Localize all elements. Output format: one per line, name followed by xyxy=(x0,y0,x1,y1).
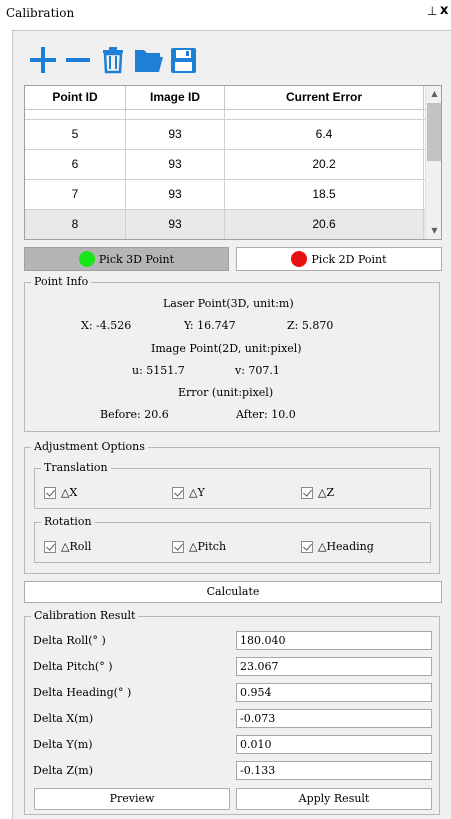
pin-icon[interactable]: ⊥ xyxy=(427,4,437,18)
checkbox-label: △Y xyxy=(189,486,205,499)
cell-point-id: 5 xyxy=(25,120,126,149)
cell-current-error: 20.6 xyxy=(225,210,424,239)
error-before-value: Before: 20.6 xyxy=(100,408,169,421)
laser-point-header: Laser Point(3D, unit:m) xyxy=(163,297,294,310)
table-body: 5 93 6.4 6 93 20.2 7 93 18.5 8 93 20.6 xyxy=(25,110,425,239)
pick-2d-point-button[interactable]: Pick 2D Point xyxy=(236,247,442,271)
error-header: Error (unit:pixel) xyxy=(178,386,274,399)
red-dot-icon xyxy=(291,251,308,267)
image-point-header: Image Point(2D, unit:pixel) xyxy=(151,342,302,355)
scrollbar-thumb[interactable] xyxy=(427,103,441,161)
point-info-title: Point Info xyxy=(31,276,92,288)
checkbox-delta-z[interactable]: △Z xyxy=(301,486,334,499)
checkbox-checked-icon[interactable] xyxy=(172,486,184,499)
calibration-result-title: Calibration Result xyxy=(31,610,139,622)
table-row[interactable]: 7 93 18.5 xyxy=(25,180,425,210)
cell-current-error: 20.2 xyxy=(225,150,424,179)
apply-result-button[interactable]: Apply Result xyxy=(236,788,432,810)
folder-open-icon[interactable] xyxy=(134,44,164,76)
checkbox-checked-icon[interactable] xyxy=(172,540,184,553)
checkbox-label: △X xyxy=(61,486,78,499)
cell-current-error: 18.5 xyxy=(225,180,424,209)
title-bar: Calibration ⊥ x xyxy=(0,0,451,26)
laser-y-value: Y: 16.747 xyxy=(184,319,236,332)
checkbox-label: △Roll xyxy=(61,540,92,553)
error-after-value: After: 10.0 xyxy=(236,408,296,421)
delta-pitch-field[interactable]: 23.067 xyxy=(236,657,432,676)
checkbox-delta-heading[interactable]: △Heading xyxy=(301,540,374,553)
trash-icon[interactable] xyxy=(100,44,130,76)
laser-x-value: X: -4.526 xyxy=(81,319,132,332)
delta-z-field[interactable]: -0.133 xyxy=(236,761,432,780)
delta-z-label: Delta Z(m) xyxy=(33,764,93,777)
delta-heading-field[interactable]: 0.954 xyxy=(236,683,432,702)
plus-icon[interactable] xyxy=(28,44,58,76)
delta-y-label: Delta Y(m) xyxy=(33,738,93,751)
cell-current-error: 6.4 xyxy=(225,120,424,149)
adjustment-options-title: Adjustment Options xyxy=(31,441,148,453)
checkbox-delta-x[interactable]: △X xyxy=(44,486,77,499)
checkbox-label: △Z xyxy=(318,486,335,499)
delta-heading-label: Delta Heading(° ) xyxy=(33,686,132,699)
table-row-partial xyxy=(25,110,425,120)
scroll-down-icon[interactable]: ▼ xyxy=(426,223,441,239)
rotation-title: Rotation xyxy=(41,516,95,528)
scroll-up-icon[interactable]: ▲ xyxy=(426,86,441,102)
points-table[interactable]: Point ID Image ID Current Error 5 93 6.4… xyxy=(24,85,442,240)
checkbox-label: △Pitch xyxy=(189,540,227,553)
delta-roll-field[interactable]: 180.040 xyxy=(236,631,432,650)
checkbox-label: △Heading xyxy=(318,540,374,553)
column-header-image-id[interactable]: Image ID xyxy=(126,86,225,110)
pick-3d-point-button[interactable]: Pick 3D Point xyxy=(24,247,229,271)
checkbox-checked-icon[interactable] xyxy=(301,540,313,553)
cell-point-id: 7 xyxy=(25,180,126,209)
pick-2d-point-label: Pick 2D Point xyxy=(311,252,387,266)
image-v-value: v: 707.1 xyxy=(235,364,280,377)
column-header-point-id[interactable]: Point ID xyxy=(25,86,126,110)
cell-image-id: 93 xyxy=(126,180,225,209)
calculate-button[interactable]: Calculate xyxy=(24,581,442,603)
delta-x-field[interactable]: -0.073 xyxy=(236,709,432,728)
checkbox-delta-y[interactable]: △Y xyxy=(172,486,205,499)
delta-roll-label: Delta Roll(° ) xyxy=(33,634,106,647)
cell-image-id: 93 xyxy=(126,210,225,239)
preview-button[interactable]: Preview xyxy=(34,788,230,810)
delta-x-label: Delta X(m) xyxy=(33,712,94,725)
laser-z-value: Z: 5.870 xyxy=(287,319,334,332)
checkbox-delta-roll[interactable]: △Roll xyxy=(44,540,91,553)
minus-icon[interactable] xyxy=(64,44,94,76)
table-header: Point ID Image ID Current Error xyxy=(25,86,425,110)
table-row-selected[interactable]: 8 93 20.6 xyxy=(25,210,425,239)
delta-pitch-label: Delta Pitch(° ) xyxy=(33,660,113,673)
cell-point-id: 8 xyxy=(25,210,126,239)
translation-group: Translation xyxy=(34,462,431,509)
save-icon[interactable] xyxy=(169,44,199,76)
window-title: Calibration xyxy=(6,6,75,20)
cell-point-id: 6 xyxy=(25,150,126,179)
cell-image-id: 93 xyxy=(126,120,225,149)
table-row[interactable]: 6 93 20.2 xyxy=(25,150,425,180)
table-row[interactable]: 5 93 6.4 xyxy=(25,120,425,150)
column-header-current-error[interactable]: Current Error xyxy=(225,86,424,110)
image-u-value: u: 5151.7 xyxy=(132,364,185,377)
cell-image-id: 93 xyxy=(126,150,225,179)
checkbox-checked-icon[interactable] xyxy=(44,486,56,499)
checkbox-delta-pitch[interactable]: △Pitch xyxy=(172,540,226,553)
checkbox-checked-icon[interactable] xyxy=(301,486,313,499)
green-dot-icon xyxy=(78,251,95,267)
translation-title: Translation xyxy=(41,462,111,474)
close-icon[interactable]: x xyxy=(440,3,448,18)
pick-3d-point-label: Pick 3D Point xyxy=(98,252,175,266)
delta-y-field[interactable]: 0.010 xyxy=(236,735,432,754)
table-scrollbar[interactable]: ▲ ▼ xyxy=(425,86,441,239)
checkbox-checked-icon[interactable] xyxy=(44,540,56,553)
